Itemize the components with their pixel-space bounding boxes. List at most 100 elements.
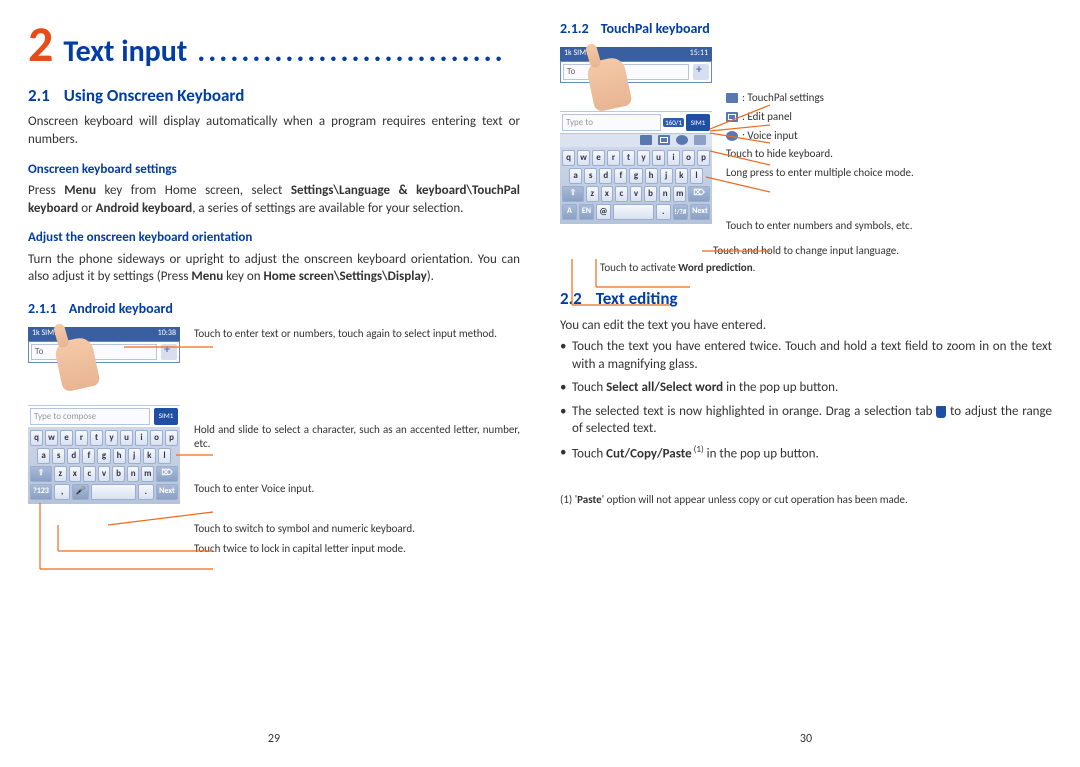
settings-icon[interactable] (640, 135, 652, 145)
shift-key[interactable]: ⇧ (562, 186, 584, 202)
key-z[interactable]: z (54, 466, 67, 482)
prediction-key[interactable]: A (562, 204, 577, 220)
keyboard[interactable]: qwertyuiop asdfghjkl ⇧ zxcvbnm ⌦ ?123 , … (28, 427, 180, 504)
key-t[interactable]: t (90, 430, 103, 446)
space-key[interactable] (613, 204, 654, 220)
key-r[interactable]: r (607, 150, 620, 166)
annotation: Touch to activate Word prediction. (600, 261, 1052, 276)
delete-key[interactable]: ⌦ (156, 466, 178, 482)
key-w[interactable]: w (577, 150, 590, 166)
key-n[interactable]: n (659, 186, 672, 202)
key-w[interactable]: w (45, 430, 58, 446)
bullet: Touch Select all/Select word in the pop … (560, 379, 1052, 397)
key-e[interactable]: e (60, 430, 73, 446)
next-key[interactable]: Next (156, 484, 178, 500)
annotation: Touch and hold to change input language. (560, 244, 1052, 259)
add-contact-icon[interactable] (161, 344, 177, 360)
heading-2-1-2: 2.1.2TouchPal keyboard (560, 20, 1052, 39)
chapter-number: 2 (28, 20, 53, 70)
key-n[interactable]: n (127, 466, 140, 482)
shift-key[interactable]: ⇧ (30, 466, 52, 482)
key-e[interactable]: e (592, 150, 605, 166)
key-d[interactable]: d (67, 448, 80, 464)
compose-field[interactable]: Type to (562, 114, 661, 131)
symbols-key[interactable]: ?123 (30, 484, 52, 500)
key-k[interactable]: k (143, 448, 156, 464)
paragraph: Onscreen keyboard will display automatic… (28, 113, 520, 148)
sim-badge[interactable]: SIM1 (686, 114, 710, 131)
key-x[interactable]: x (69, 466, 82, 482)
key-d[interactable]: d (599, 168, 612, 184)
bullet: The selected text is now highlighted in … (560, 403, 1052, 438)
add-contact-icon[interactable] (693, 64, 709, 80)
key-y[interactable]: y (637, 150, 650, 166)
key-s[interactable]: s (52, 448, 65, 464)
key-i[interactable]: i (667, 150, 680, 166)
symbols-key[interactable]: !/?# (673, 204, 688, 220)
key-o[interactable]: o (682, 150, 695, 166)
edit-panel-icon[interactable] (658, 135, 670, 145)
key-p[interactable]: p (165, 430, 178, 446)
key-a[interactable]: a (569, 168, 582, 184)
key-s[interactable]: s (584, 168, 597, 184)
key-o[interactable]: o (150, 430, 163, 446)
key-l[interactable]: l (158, 448, 171, 464)
char-count: 160/1 (663, 118, 684, 127)
key-f[interactable]: f (82, 448, 95, 464)
key-v[interactable]: v (98, 466, 111, 482)
key-q[interactable]: q (30, 430, 43, 446)
mic-key[interactable]: 🎤 (72, 484, 88, 500)
keyboard[interactable]: qwertyuiop asdfghjkl ⇧ zxcvbnm ⌦ A EN @ … (560, 147, 712, 224)
kbd-row-2: asdfghjkl (30, 448, 178, 464)
compose-field[interactable]: Type to compose (30, 408, 150, 425)
key-j[interactable]: j (128, 448, 141, 464)
key-i[interactable]: i (135, 430, 148, 446)
heading-2-1-1: 2.1.1Android keyboard (28, 300, 520, 319)
key-v[interactable]: v (630, 186, 643, 202)
kbd-row-3: ⇧ zxcvbnm ⌦ (30, 466, 178, 482)
key-y[interactable]: y (105, 430, 118, 446)
sim-badge[interactable]: SIM1 (154, 408, 178, 425)
key-g[interactable]: g (97, 448, 110, 464)
key-f[interactable]: f (614, 168, 627, 184)
comma-key[interactable]: , (54, 484, 70, 500)
period-key[interactable]: . (138, 484, 154, 500)
key-u[interactable]: u (652, 150, 665, 166)
heading-orientation: Adjust the onscreen keyboard orientation (28, 229, 520, 247)
key-u[interactable]: u (120, 430, 133, 446)
key-q[interactable]: q (562, 150, 575, 166)
key-m[interactable]: m (141, 466, 154, 482)
delete-key[interactable]: ⌦ (688, 186, 710, 202)
language-key[interactable]: EN (579, 204, 594, 220)
key-l[interactable]: l (690, 168, 703, 184)
key-h[interactable]: h (113, 448, 126, 464)
annotation: Touch to enter text or numbers, touch ag… (194, 327, 520, 341)
key-c[interactable]: c (615, 186, 628, 202)
key-p[interactable]: p (697, 150, 710, 166)
key-b[interactable]: b (112, 466, 125, 482)
key-x[interactable]: x (601, 186, 614, 202)
annotation: Touch to enter Voice input. (194, 482, 520, 496)
key-b[interactable]: b (644, 186, 657, 202)
voice-icon (726, 131, 738, 141)
key-r[interactable]: r (75, 430, 88, 446)
voice-icon[interactable] (676, 135, 688, 145)
key-c[interactable]: c (83, 466, 96, 482)
hide-keyboard-icon[interactable] (694, 135, 706, 145)
at-key[interactable]: @ (596, 204, 611, 220)
key-k[interactable]: k (675, 168, 688, 184)
key-h[interactable]: h (645, 168, 658, 184)
status-bar: 1k SIM1 15:11 (560, 47, 712, 61)
title-dots: ............................ (197, 32, 505, 73)
key-t[interactable]: t (622, 150, 635, 166)
annotation: Touch to hide keyboard. (726, 147, 1052, 162)
key-z[interactable]: z (586, 186, 599, 202)
key-g[interactable]: g (629, 168, 642, 184)
next-key[interactable]: Next (690, 204, 710, 220)
space-key[interactable] (91, 484, 136, 500)
key-a[interactable]: a (37, 448, 50, 464)
period-key[interactable]: . (656, 204, 671, 220)
key-j[interactable]: j (660, 168, 673, 184)
kbd-row-4: ?123 , 🎤 . Next (30, 484, 178, 500)
key-m[interactable]: m (673, 186, 686, 202)
